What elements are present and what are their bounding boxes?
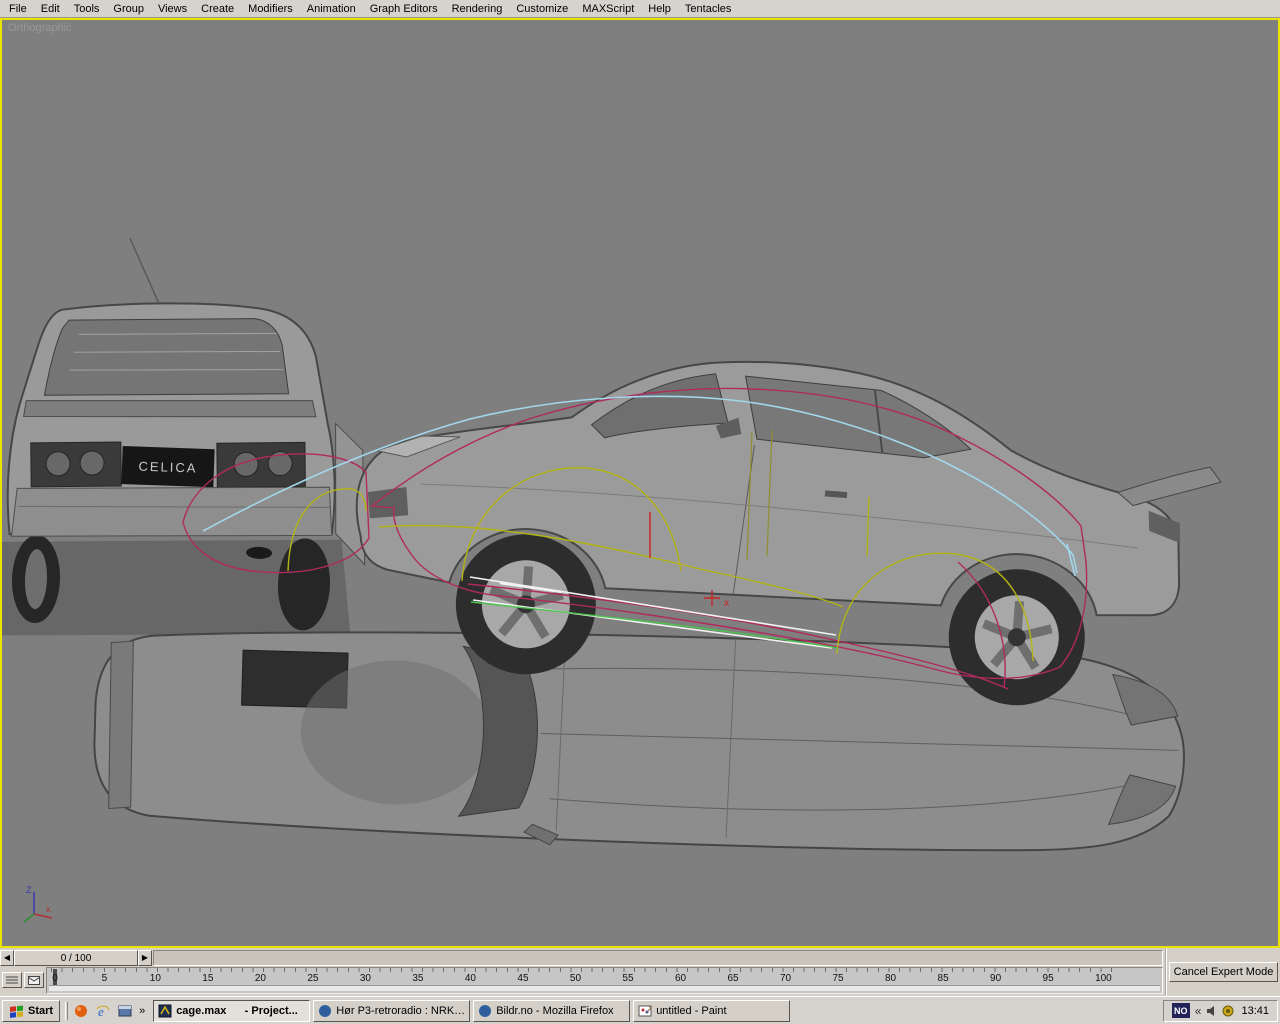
menu-item[interactable]: Modifiers <box>241 2 300 16</box>
taskbar-task-paint[interactable]: untitled - Paint <box>633 1000 790 1022</box>
volume-icon[interactable] <box>1206 1005 1217 1017</box>
taskbar-task-nrk-radio[interactable]: Hør P3-retroradio : NRK ... <box>313 1000 470 1022</box>
grid-lines-icon <box>6 976 18 985</box>
timeline-tick-label: 50 <box>570 969 581 984</box>
internet-explorer-icon[interactable]: e <box>93 1001 113 1021</box>
axis-z-label: Z <box>26 885 32 895</box>
track-bar-toggle-button[interactable] <box>24 972 44 988</box>
timeline-tick-label: 85 <box>938 969 949 984</box>
mini-listener-button[interactable] <box>2 972 22 988</box>
menu-item[interactable]: File <box>2 2 34 16</box>
time-controls-strip: ◀ 0 / 100 ▶ 0 5 10 15 20 25 30 35 40 45 50 55 60 65 70… <box>0 948 1280 996</box>
timeline-tick-label: 55 <box>622 969 633 984</box>
gizmo-x-label: x <box>724 598 729 609</box>
menu-item[interactable]: Tools <box>67 2 107 16</box>
time-slider-track[interactable] <box>153 950 1163 966</box>
task-label: untitled - Paint <box>656 1005 726 1017</box>
timeline-tick-label: 15 <box>202 969 213 984</box>
task-label: cage.max - Project... <box>176 1005 298 1017</box>
world-axis-tripod: Z x <box>24 885 52 922</box>
track-bar-ruler[interactable]: 0 5 10 15 20 25 30 35 40 45 50 55 60 65 70 75 80 85 90 95 10… <box>46 967 1163 994</box>
3dsmax-icon <box>158 1004 172 1018</box>
timeline-tick-label: 25 <box>307 969 318 984</box>
menu-item[interactable]: Create <box>194 2 241 16</box>
menu-item[interactable]: Help <box>641 2 678 16</box>
menu-item[interactable]: Group <box>106 2 151 16</box>
menu-item[interactable]: Graph Editors <box>363 2 445 16</box>
quick-launch-bar: e » <box>71 1001 147 1021</box>
tray-collapse-chevron[interactable]: « <box>1195 1004 1202 1018</box>
menu-item[interactable]: Views <box>151 2 194 16</box>
menu-item[interactable]: Customize <box>509 2 575 16</box>
windows-flag-icon <box>9 1004 25 1018</box>
timeline-tick-label: 90 <box>990 969 1001 984</box>
start-label: Start <box>28 1005 53 1017</box>
orthographic-viewport[interactable]: Orthographic CELICA <box>0 18 1280 948</box>
quick-launch-overflow-chevron[interactable]: » <box>137 1005 147 1017</box>
tray-app-icon[interactable] <box>1222 1005 1234 1017</box>
timeline-tick-label: 45 <box>517 969 528 984</box>
timeline-tick-label: 35 <box>412 969 423 984</box>
taskbar-task-bildr-firefox[interactable]: Bildr.no - Mozilla Firefox <box>473 1000 630 1022</box>
license-plate-text: CELICA <box>138 459 197 476</box>
menu-item[interactable]: Rendering <box>445 2 510 16</box>
task-buttons: cage.max - Project... Hør P3-retroradio … <box>153 1000 790 1022</box>
paint-icon <box>638 1004 652 1018</box>
timeline-tick-label: 70 <box>780 969 791 984</box>
menu-bar: FileEditToolsGroupViewsCreateModifiersAn… <box>0 0 1280 18</box>
timeline-tick-label: 10 <box>150 969 161 984</box>
menu-item[interactable]: Tentacles <box>678 2 738 16</box>
timeline-tick-label: 20 <box>255 969 266 984</box>
timeline-tick-label: 80 <box>885 969 896 984</box>
track-bar-lane <box>49 985 1160 991</box>
language-indicator[interactable]: NO <box>1172 1003 1190 1018</box>
quick-launch-app-icon-1[interactable] <box>71 1001 91 1021</box>
viewport-label[interactable]: Orthographic <box>8 22 72 34</box>
timeline-tick-label: 95 <box>1043 969 1054 984</box>
axis-x-label: x <box>46 904 51 914</box>
task-label: Bildr.no - Mozilla Firefox <box>496 1005 613 1017</box>
viewport-canvas: CELICA <box>2 20 1278 946</box>
timeline-tick-label: 60 <box>675 969 686 984</box>
menu-item[interactable]: Edit <box>34 2 67 16</box>
envelope-icon <box>28 976 40 985</box>
start-button[interactable]: Start <box>2 1000 60 1022</box>
time-slider-left-arrow[interactable]: ◀ <box>0 950 14 966</box>
rear-view-car-photo: CELICA <box>2 234 376 649</box>
cancel-expert-mode-button[interactable]: Cancel Expert Mode <box>1169 962 1279 982</box>
taskbar-task-cage-max[interactable]: cage.max - Project... <box>153 1000 310 1022</box>
windows-taskbar: Start e » cage.max - Project... H <box>0 996 1280 1024</box>
quick-launch-handle[interactable] <box>65 1002 68 1020</box>
firefox-icon <box>318 1004 332 1018</box>
menu-item[interactable]: Animation <box>300 2 363 16</box>
timeline-tick-label: 40 <box>465 969 476 984</box>
timeline-tick-label: 0 <box>51 969 59 984</box>
time-slider-right-arrow[interactable]: ▶ <box>138 950 152 966</box>
quick-launch-app-icon-2[interactable] <box>115 1001 135 1021</box>
expert-mode-panel: Cancel Expert Mode <box>1165 948 1280 996</box>
timeline-tick-label: 65 <box>727 969 738 984</box>
timeline-tick-label: 5 <box>100 969 108 984</box>
timeline-tick-label: 75 <box>832 969 843 984</box>
task-label: Hør P3-retroradio : NRK ... <box>336 1005 465 1017</box>
timeline-tick-label: 100 <box>1095 969 1112 984</box>
system-tray: NO « 13:41 <box>1163 1000 1278 1022</box>
taskbar-clock: 13:41 <box>1239 1005 1269 1017</box>
menu-item[interactable]: MAXScript <box>575 2 641 16</box>
firefox-icon <box>478 1004 492 1018</box>
timeline-tick-label: 30 <box>360 969 371 984</box>
time-slider[interactable]: 0 / 100 <box>14 950 138 966</box>
